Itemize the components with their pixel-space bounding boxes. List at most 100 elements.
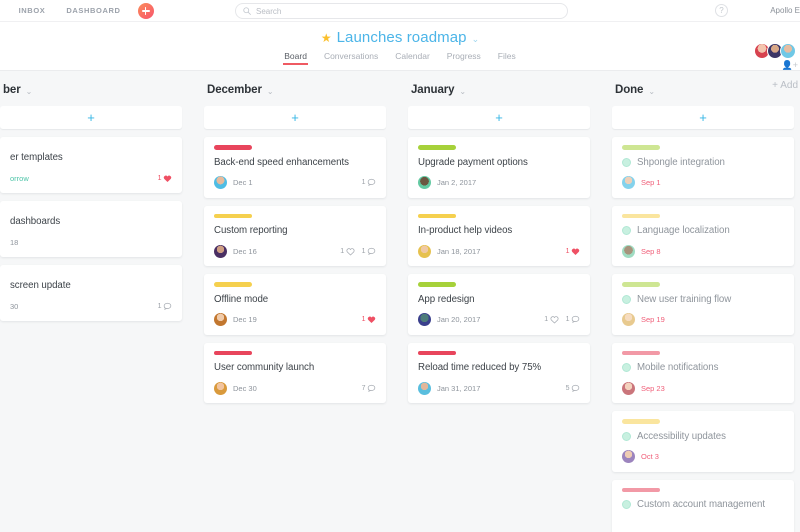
chevron-down-icon[interactable]: ⌄	[459, 87, 466, 96]
assignee-avatar[interactable]	[622, 176, 635, 189]
account-name[interactable]: Apollo E	[770, 6, 800, 15]
check-circle-icon[interactable]	[622, 157, 631, 167]
tab-calendar[interactable]: Calendar	[395, 51, 430, 65]
check-circle-icon[interactable]	[622, 431, 631, 441]
task-card[interactable]: Language localization Sep 8	[612, 205, 794, 266]
assignee-avatar[interactable]	[214, 313, 227, 326]
task-card[interactable]: Mobile notifications Sep 23	[612, 342, 794, 403]
assignee-avatar[interactable]	[622, 381, 635, 395]
add-card-button[interactable]: +	[408, 106, 590, 129]
task-meta: 7	[362, 384, 376, 393]
help-icon[interactable]: ?	[715, 4, 728, 17]
task-card[interactable]: er templates orrow 1	[0, 137, 182, 193]
add-card-button[interactable]: +	[0, 106, 182, 129]
chevron-down-icon[interactable]: ⌄	[648, 87, 655, 96]
tab-conversations[interactable]: Conversations	[324, 51, 378, 65]
column-header[interactable]: Done ⌄	[612, 80, 794, 100]
chevron-down-icon[interactable]: ⌄	[26, 87, 33, 96]
quick-add-button[interactable]	[137, 2, 154, 19]
assignee-avatar[interactable]	[622, 313, 635, 326]
avatar[interactable]	[780, 43, 796, 59]
comment-count[interactable]: 1	[158, 302, 172, 311]
add-card-button[interactable]: +	[204, 106, 386, 129]
like-count[interactable]: 1	[362, 315, 376, 324]
comment-number: 1	[361, 247, 366, 255]
search-input[interactable]	[256, 6, 506, 16]
task-card[interactable]: Back-end speed enhancements Dec 1 1	[204, 137, 386, 198]
task-title: User community launch	[214, 362, 315, 373]
task-card[interactable]: dashboards 18	[0, 201, 182, 257]
task-card[interactable]: Custom account management	[612, 479, 794, 532]
comment-icon	[367, 247, 376, 255]
search-bar[interactable]	[235, 3, 568, 19]
like-count[interactable]: 1	[158, 174, 172, 183]
heart-icon	[550, 316, 559, 324]
add-person-icon[interactable]: 👤+	[782, 60, 798, 71]
nav-item-inbox[interactable]: INBOX	[19, 6, 46, 15]
task-title: Language localization	[637, 225, 730, 236]
assignee-avatar[interactable]	[418, 244, 431, 258]
task-title-row: Shpongle integration	[622, 157, 784, 168]
comment-count[interactable]: 1	[566, 315, 580, 324]
assignee-avatar[interactable]	[214, 176, 227, 189]
global-top-bar: S INBOX DASHBOARD ? Apollo E	[0, 0, 800, 22]
task-meta: 1 1	[544, 315, 580, 324]
task-card[interactable]: User community launch Dec 30 7	[204, 342, 386, 403]
task-title: dashboards	[10, 216, 61, 227]
task-footer: 30 1	[10, 299, 172, 313]
task-card[interactable]: Offline mode Dec 19 1	[204, 274, 386, 335]
like-count[interactable]: 1	[566, 247, 580, 256]
tab-board[interactable]: Board	[283, 51, 308, 65]
task-meta: 1	[566, 247, 580, 256]
plus-icon: +	[699, 110, 707, 125]
column-header[interactable]: ber ⌄	[0, 80, 182, 100]
check-circle-icon[interactable]	[622, 294, 631, 304]
check-circle-icon[interactable]	[622, 500, 631, 509]
task-tag	[622, 282, 660, 287]
task-card[interactable]: Accessibility updates Oct 3	[612, 411, 794, 472]
comment-count[interactable]: 5	[566, 384, 580, 393]
star-icon[interactable]: ★	[321, 32, 332, 44]
tab-progress[interactable]: Progress	[447, 51, 481, 65]
task-title: App redesign	[418, 293, 475, 305]
chevron-down-icon[interactable]: ⌄	[472, 34, 480, 45]
task-tag	[214, 350, 252, 355]
add-card-button[interactable]: +	[612, 106, 794, 129]
chevron-down-icon[interactable]: ⌄	[267, 87, 274, 96]
comment-count[interactable]: 1	[362, 178, 376, 187]
task-card[interactable]: Custom reporting Dec 16 1 1	[204, 205, 386, 266]
check-circle-icon[interactable]	[622, 363, 631, 372]
task-card[interactable]: Reload time reduced by 75% Jan 31, 2017 …	[408, 342, 590, 403]
like-number: 1	[544, 316, 549, 323]
task-card[interactable]: New user training flow Sep 19	[612, 274, 794, 335]
board-column-december: December ⌄ + Back-end speed enhancements…	[204, 80, 386, 532]
nav-item-dashboard[interactable]: DASHBOARD	[66, 6, 120, 15]
member-avatars	[754, 43, 796, 59]
board-column-november: ber ⌄ + er templates orrow 1 dashboards …	[0, 80, 182, 532]
comment-count[interactable]: 7	[362, 384, 376, 393]
task-card[interactable]: screen update 30 1	[0, 265, 182, 321]
task-card[interactable]: Upgrade payment options Jan 2, 2017	[408, 137, 590, 198]
assignee-avatar[interactable]	[622, 244, 635, 258]
assignee-avatar[interactable]	[418, 313, 431, 326]
task-title: er templates	[10, 152, 63, 163]
task-footer: Jan 18, 2017 1	[418, 244, 580, 258]
assignee-avatar[interactable]	[418, 381, 431, 395]
task-title: Custom reporting	[214, 225, 288, 236]
assignee-avatar[interactable]	[214, 381, 227, 395]
assignee-avatar[interactable]	[214, 244, 227, 258]
task-footer: orrow 1	[10, 171, 172, 185]
task-card[interactable]: In-product help videos Jan 18, 2017 1	[408, 205, 590, 266]
assignee-avatar[interactable]	[418, 176, 431, 189]
check-circle-icon[interactable]	[622, 226, 631, 235]
task-title: New user training flow	[637, 293, 732, 305]
like-count[interactable]: 1	[544, 315, 559, 324]
task-card[interactable]: App redesign Jan 20, 2017 1 1	[408, 274, 590, 335]
comment-count[interactable]: 1	[362, 247, 376, 256]
task-card[interactable]: Shpongle integration Sep 1	[612, 137, 794, 198]
tab-files[interactable]: Files	[498, 51, 516, 65]
assignee-avatar[interactable]	[622, 450, 635, 463]
column-header[interactable]: January ⌄	[408, 80, 590, 100]
like-count[interactable]: 1	[340, 247, 355, 256]
column-header[interactable]: December ⌄	[204, 80, 386, 100]
